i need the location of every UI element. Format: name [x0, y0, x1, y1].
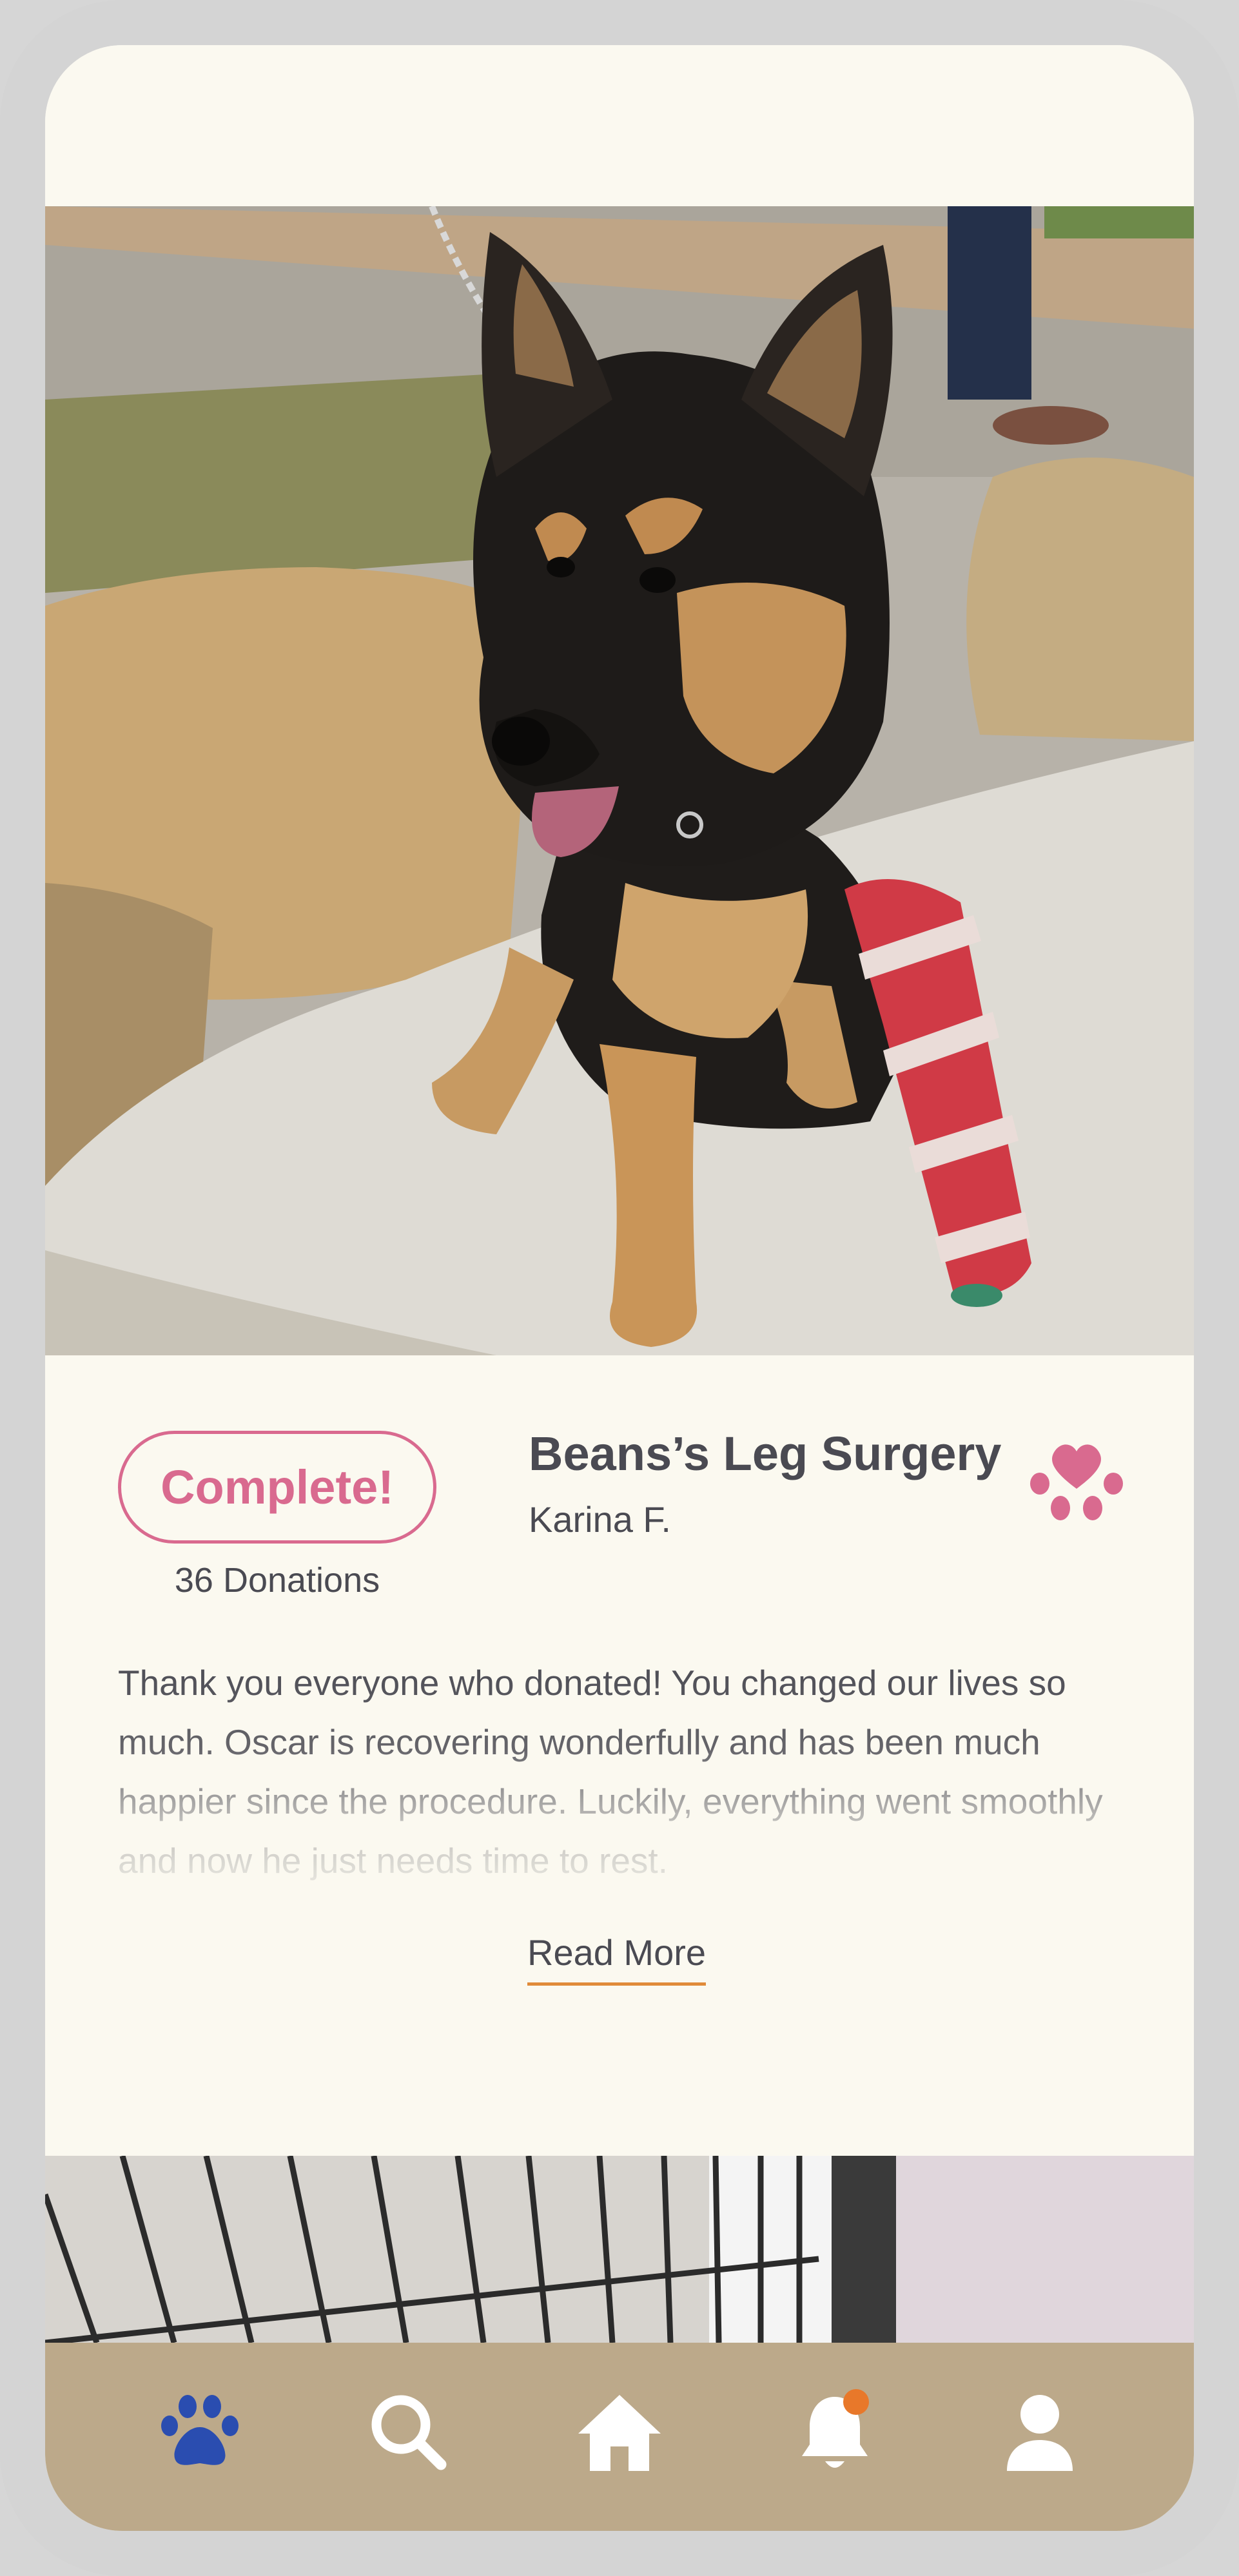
nav-paw-button[interactable] [155, 2388, 245, 2478]
status-badge: Complete! [118, 1431, 436, 1544]
status-label: Complete! [161, 1460, 394, 1514]
bottom-nav [45, 2343, 1194, 2531]
paw-heart-icon[interactable] [1028, 1429, 1125, 1526]
campaign-description: Thank you everyone who donated! You chan… [118, 1663, 1103, 1881]
search-icon [371, 2395, 447, 2470]
nav-search-button[interactable] [363, 2388, 453, 2478]
campaign-card: Complete! 36 Donations Beans’s Leg Surge… [45, 1355, 1194, 2156]
campaign-title: Beans’s Leg Surgery [529, 1427, 1002, 1480]
nav-notifications-button[interactable] [790, 2388, 880, 2478]
app-screen: Complete! 36 Donations Beans’s Leg Surge… [45, 45, 1194, 2531]
user-icon [1007, 2395, 1073, 2471]
notification-dot [843, 2389, 869, 2415]
next-campaign-photo[interactable] [45, 2156, 1194, 2343]
top-bar [45, 45, 1194, 206]
nav-profile-button[interactable] [995, 2388, 1085, 2478]
puppy-photo [45, 206, 1194, 1355]
hero-photo [45, 206, 1194, 1355]
home-icon [578, 2395, 661, 2471]
phone-frame: Complete! 36 Donations Beans’s Leg Surge… [0, 0, 1239, 2576]
nav-home-button[interactable] [574, 2388, 665, 2478]
paw-icon [161, 2395, 239, 2465]
kennel-photo [45, 2156, 1194, 2343]
read-more-link[interactable]: Read More [527, 1932, 707, 1986]
campaign-author: Karina F. [529, 1499, 671, 1540]
donations-count: 36 Donations [174, 1561, 380, 1600]
bell-icon [802, 2389, 869, 2468]
